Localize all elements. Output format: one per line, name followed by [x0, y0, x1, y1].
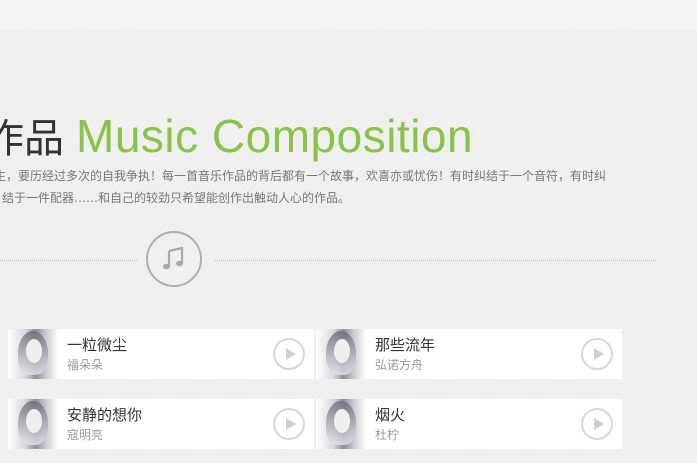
music-note-badge [146, 231, 202, 287]
play-icon [286, 418, 296, 430]
track-artist: 杜柠 [375, 428, 400, 442]
track-item[interactable]: 那些流年 弘诺方舟 [316, 329, 622, 379]
track-cover [8, 399, 58, 449]
description-line-1: 生，要历经过多次的自我争执！每一首音乐作品的背后都有一个故事，欢喜亦或忧伤！有时… [0, 169, 607, 183]
track-item[interactable]: 一粒微尘 福朵朵 [8, 329, 314, 379]
track-title: 那些流年 [375, 336, 436, 354]
track-artist: 弘诺方舟 [375, 358, 424, 372]
track-artist: 寇明亮 [67, 428, 104, 442]
play-button[interactable] [273, 338, 305, 370]
track-item[interactable]: 安静的想你 寇明亮 [8, 399, 314, 449]
track-cover [316, 329, 366, 379]
track-cover [8, 329, 58, 379]
track-artist: 福朵朵 [67, 358, 104, 372]
play-button[interactable] [581, 338, 613, 370]
music-note-icon [163, 246, 184, 270]
top-banner-strip [0, 0, 697, 30]
description-line-2: 结于一件配器……和自己的较劲只希望能创作出触动人心的作品。 [2, 191, 351, 205]
track-cover [316, 399, 366, 449]
play-icon [594, 418, 604, 430]
track-item[interactable]: 烟火 杜柠 [316, 399, 622, 449]
track-title: 一粒微尘 [67, 336, 128, 354]
play-icon [286, 348, 296, 360]
section-title-en: Music Composition [76, 110, 474, 162]
section-title: 作品 Music Composition [0, 106, 473, 164]
track-title: 安静的想你 [67, 406, 143, 424]
play-button[interactable] [273, 408, 305, 440]
track-title: 烟火 [375, 406, 406, 424]
play-icon [594, 348, 604, 360]
section-title-cn: 作品 [0, 116, 64, 162]
divider-right [215, 260, 656, 261]
section-description: 生，要历经过多次的自我争执！每一首音乐作品的背后都有一个故事，欢喜亦或忧伤！有时… [0, 165, 630, 209]
play-button[interactable] [581, 408, 613, 440]
divider-left [0, 260, 137, 261]
